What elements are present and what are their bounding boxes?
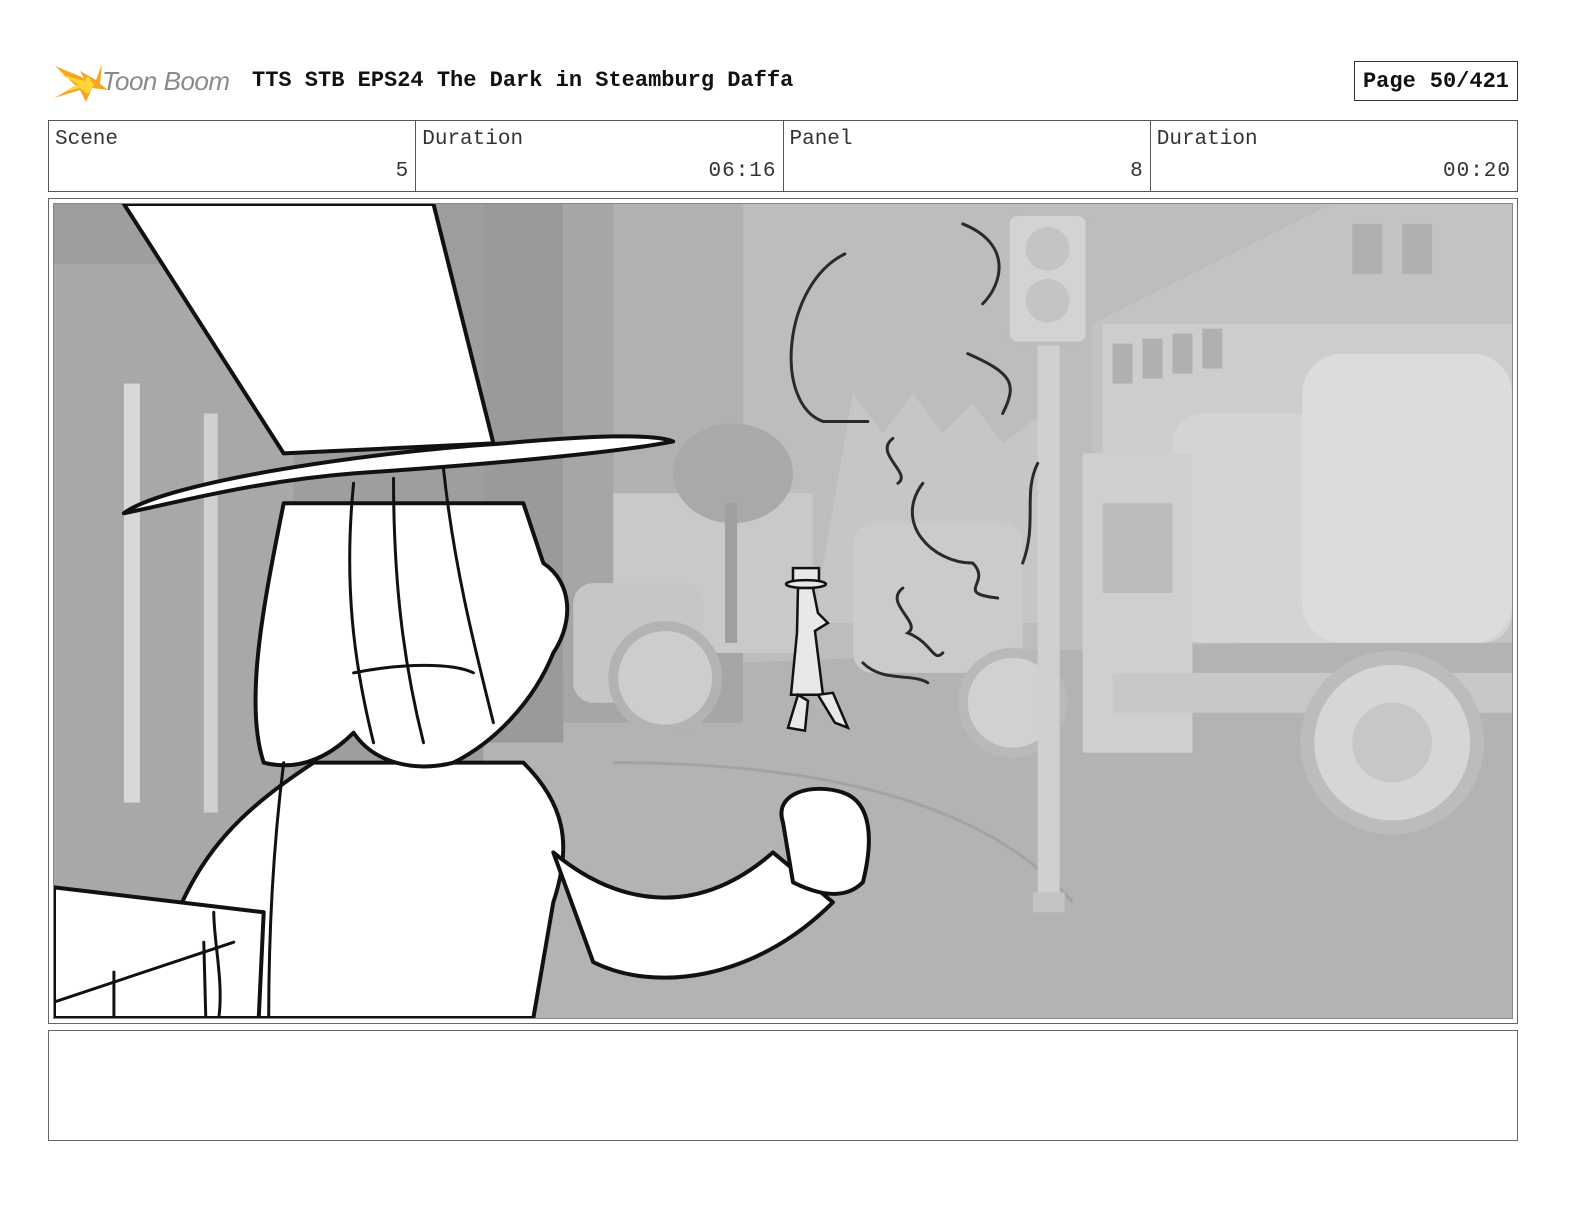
scene-duration-value: 06:16 [708,160,777,183]
page-label: Page [1362,68,1416,94]
scene-value: 5 [395,160,410,183]
scene-label: Scene [55,128,119,151]
panel-cell: Panel 8 [784,121,1151,191]
panel-value: 8 [1130,160,1144,183]
page-header: Toon Boom TTS STB EPS24 The Dark in Stea… [50,56,1520,106]
page-number: 50/421 [1429,68,1509,94]
panel-label: Panel [789,128,853,151]
panel-info-row: Scene 5 Duration 06:16 Panel 8 Duration … [48,120,1518,192]
storyboard-panel-frame [48,198,1518,1024]
logo-text: Toon Boom [102,66,230,96]
toon-boom-logo: Toon Boom [50,56,240,106]
panel-duration-cell: Duration 00:20 [1151,121,1517,191]
document-title: TTS STB EPS24 The Dark in Steamburg Daff… [252,68,794,93]
panel-duration-label: Duration [1156,128,1258,151]
storyboard-panel-image [53,203,1513,1019]
starburst-icon [54,64,108,102]
panel-duration-value: 00:20 [1442,160,1511,183]
scene-duration-cell: Duration 06:16 [416,121,784,191]
panel-notes-box [48,1030,1518,1141]
page-indicator: Page 50/421 [1353,61,1518,101]
scene-duration-label: Duration [422,128,524,151]
scene-cell: Scene 5 [49,121,417,191]
street-scene-drawing [54,204,1512,1018]
